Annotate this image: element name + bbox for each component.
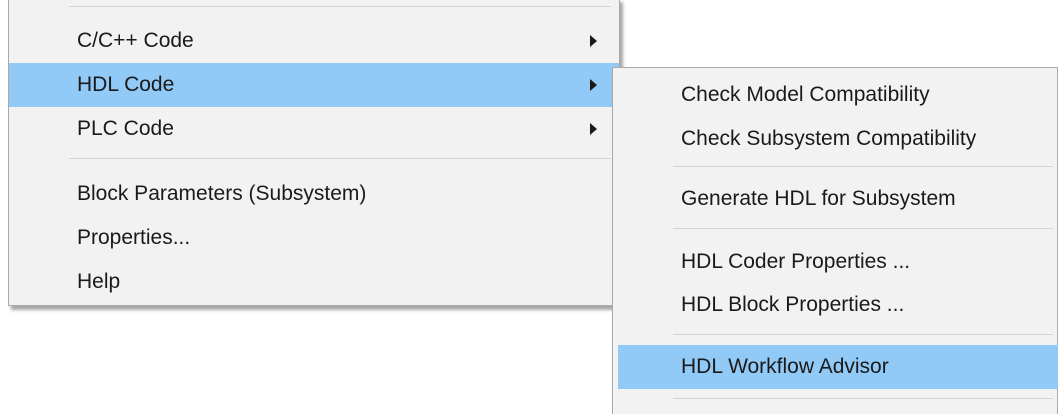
menu-item-label: Check Subsystem Compatibility bbox=[681, 127, 977, 150]
submenu-arrow-icon bbox=[590, 79, 597, 91]
submenu-item-hdl-coder-properties[interactable]: HDL Coder Properties ... bbox=[613, 240, 1057, 284]
menu-item-label: PLC Code bbox=[77, 117, 174, 140]
menu-item-label: Properties... bbox=[77, 226, 191, 249]
screen: C/C++ Code HDL Code PLC Code Block Param… bbox=[0, 0, 1058, 414]
submenu-arrow-icon bbox=[590, 123, 597, 135]
menu-item-label: Check Model Compatibility bbox=[681, 83, 930, 106]
menu-separator bbox=[69, 6, 611, 7]
menu-item-cpp-code[interactable]: C/C++ Code bbox=[9, 19, 619, 63]
hdl-code-submenu: Check Model Compatibility Check Subsyste… bbox=[612, 67, 1058, 414]
menu-item-label: HDL Coder Properties ... bbox=[681, 250, 911, 273]
menu-item-label: Help bbox=[77, 270, 121, 293]
submenu-arrow-icon bbox=[590, 35, 597, 47]
menu-item-block-parameters[interactable]: Block Parameters (Subsystem) bbox=[9, 172, 619, 216]
menu-separator bbox=[673, 398, 1053, 399]
submenu-item-check-model-compatibility[interactable]: Check Model Compatibility bbox=[613, 73, 1057, 117]
menu-item-properties[interactable]: Properties... bbox=[9, 216, 619, 260]
menu-item-hdl-code[interactable]: HDL Code bbox=[9, 63, 619, 107]
submenu-item-hdl-block-properties[interactable]: HDL Block Properties ... bbox=[613, 283, 1057, 327]
menu-item-plc-code[interactable]: PLC Code bbox=[9, 107, 619, 151]
menu-item-label: HDL Block Properties ... bbox=[681, 293, 905, 316]
submenu-item-generate-hdl[interactable]: Generate HDL for Subsystem bbox=[613, 177, 1057, 221]
menu-item-label: Generate HDL for Subsystem bbox=[681, 187, 956, 210]
menu-item-label: C/C++ Code bbox=[77, 29, 194, 52]
menu-separator bbox=[673, 228, 1053, 229]
menu-item-label: HDL Code bbox=[77, 73, 175, 96]
menu-item-label: HDL Workflow Advisor bbox=[681, 355, 889, 378]
menu-item-help[interactable]: Help bbox=[9, 260, 619, 304]
menu-separator bbox=[673, 166, 1053, 167]
menu-separator bbox=[673, 334, 1053, 335]
menu-item-label: Block Parameters (Subsystem) bbox=[77, 182, 367, 205]
submenu-item-hdl-workflow-advisor[interactable]: HDL Workflow Advisor bbox=[618, 345, 1058, 389]
menu-separator bbox=[69, 158, 611, 159]
submenu-item-check-subsystem-compatibility[interactable]: Check Subsystem Compatibility bbox=[613, 117, 1057, 161]
context-menu: C/C++ Code HDL Code PLC Code Block Param… bbox=[8, 0, 620, 306]
